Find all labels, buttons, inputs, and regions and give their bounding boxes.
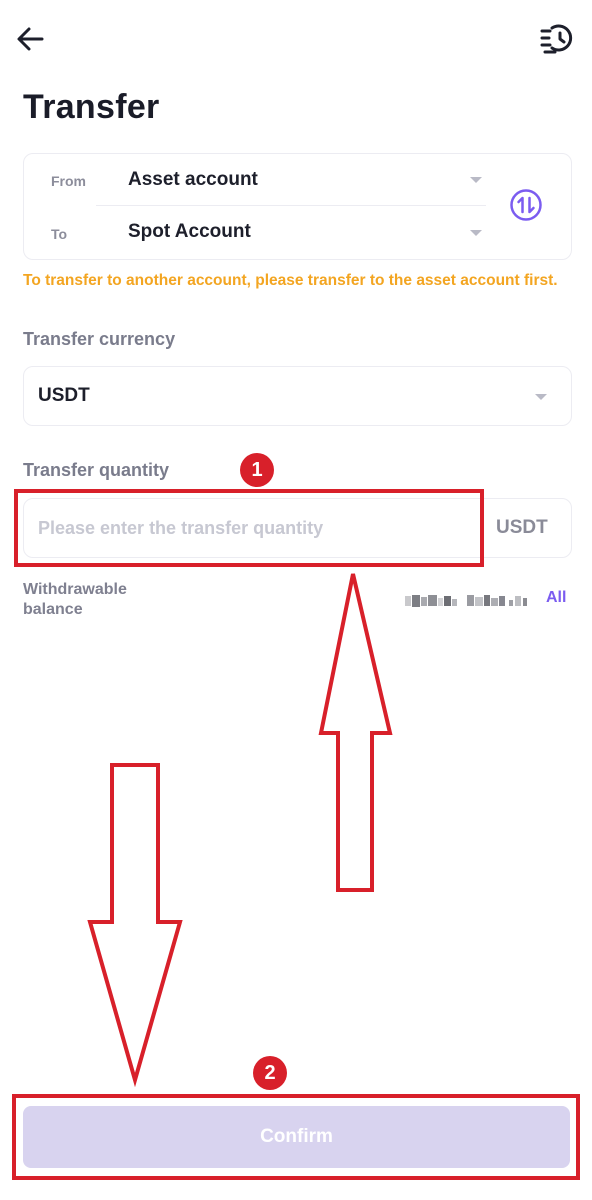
page-title: Transfer xyxy=(23,88,160,126)
confirm-button[interactable]: Confirm xyxy=(23,1106,570,1168)
step-2-badge: 2 xyxy=(253,1056,287,1090)
all-button[interactable]: All xyxy=(546,589,566,607)
to-label: To xyxy=(51,226,68,242)
quantity-unit: USDT xyxy=(496,517,548,538)
transfer-quantity-label: Transfer quantity xyxy=(23,460,170,480)
transfer-warning-text: To transfer to another account, please t… xyxy=(23,272,558,289)
balance-label-line1: Withdrawable xyxy=(23,581,127,598)
from-chevron-down-icon[interactable] xyxy=(470,177,482,183)
to-account-select[interactable]: Spot Account xyxy=(128,221,251,243)
quantity-input[interactable] xyxy=(38,510,458,546)
account-divider xyxy=(96,205,486,206)
from-account-select[interactable]: Asset account xyxy=(128,169,258,191)
account-selector-box xyxy=(23,153,572,260)
balance-value-pixelated xyxy=(405,595,527,607)
balance-label-line2: balance xyxy=(23,601,83,618)
down-arrow-icon xyxy=(87,763,183,1088)
swap-arrows-icon[interactable] xyxy=(509,188,543,222)
history-list-icon[interactable] xyxy=(538,22,576,56)
from-label: From xyxy=(51,173,86,189)
back-arrow-icon[interactable] xyxy=(14,22,48,56)
currency-chevron-down-icon[interactable] xyxy=(535,394,547,400)
transfer-currency-label: Transfer currency xyxy=(23,329,176,349)
step-1-badge: 1 xyxy=(240,453,274,487)
up-arrow-icon xyxy=(318,573,393,892)
withdrawable-balance-label: Withdrawable balance xyxy=(23,580,127,620)
to-chevron-down-icon[interactable] xyxy=(470,230,482,236)
currency-value[interactable]: USDT xyxy=(38,385,90,407)
currency-select[interactable] xyxy=(23,366,572,426)
